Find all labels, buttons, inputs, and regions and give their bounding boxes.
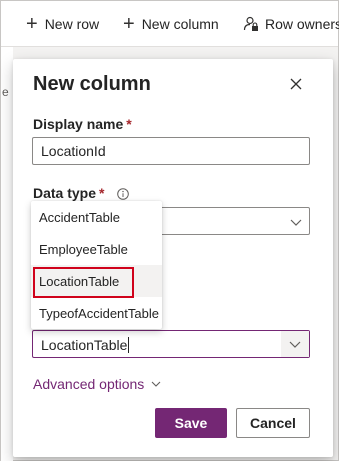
table-dropdown-menu: AccidentTable EmployeeTable LocationTabl… bbox=[31, 201, 162, 329]
chevron-down-icon bbox=[289, 341, 301, 348]
chevron-down-icon bbox=[151, 381, 161, 387]
menu-item-employeetable[interactable]: EmployeeTable bbox=[31, 233, 162, 265]
text-cursor bbox=[128, 337, 130, 353]
menu-item-typeofaccidenttable[interactable]: TypeofAccidentTable bbox=[31, 297, 162, 329]
menu-item-locationtable[interactable]: LocationTable bbox=[31, 265, 162, 297]
plus-icon: + bbox=[123, 13, 135, 35]
chevron-down-icon bbox=[290, 219, 302, 226]
info-icon[interactable] bbox=[117, 188, 130, 201]
command-bar: + New row + New column Row ownershi bbox=[1, 1, 339, 47]
background-table-edge: e bbox=[1, 47, 13, 461]
person-lock-icon bbox=[243, 16, 258, 31]
panel-title: New column bbox=[33, 73, 151, 95]
display-name-label: Display name * bbox=[33, 116, 132, 132]
display-name-value: LocationId bbox=[41, 143, 106, 159]
new-column-button[interactable]: + New column bbox=[123, 14, 219, 34]
advanced-options-toggle[interactable]: Advanced options bbox=[33, 376, 161, 392]
required-mark: * bbox=[126, 116, 132, 132]
related-table-value: LocationTable bbox=[41, 337, 128, 353]
plus-icon: + bbox=[26, 13, 38, 35]
required-mark: * bbox=[99, 185, 105, 201]
new-column-label: New column bbox=[141, 16, 219, 32]
background-text-fragment: e bbox=[2, 85, 9, 99]
cancel-button[interactable]: Cancel bbox=[236, 408, 310, 438]
row-ownership-label: Row ownershi bbox=[265, 16, 339, 32]
data-type-label: Data type * bbox=[33, 185, 130, 201]
row-ownership-button[interactable]: Row ownershi bbox=[243, 14, 339, 34]
dropdown-toggle[interactable] bbox=[281, 331, 309, 357]
close-button[interactable] bbox=[285, 73, 307, 95]
advanced-options-label: Advanced options bbox=[33, 376, 145, 392]
related-table-dropdown[interactable]: LocationTable bbox=[32, 330, 310, 358]
save-button[interactable]: Save bbox=[155, 408, 227, 438]
close-icon bbox=[290, 78, 302, 90]
new-row-button[interactable]: + New row bbox=[26, 14, 99, 34]
display-name-input[interactable]: LocationId bbox=[32, 137, 310, 165]
new-row-label: New row bbox=[44, 16, 100, 32]
menu-item-accidenttable[interactable]: AccidentTable bbox=[31, 201, 162, 233]
